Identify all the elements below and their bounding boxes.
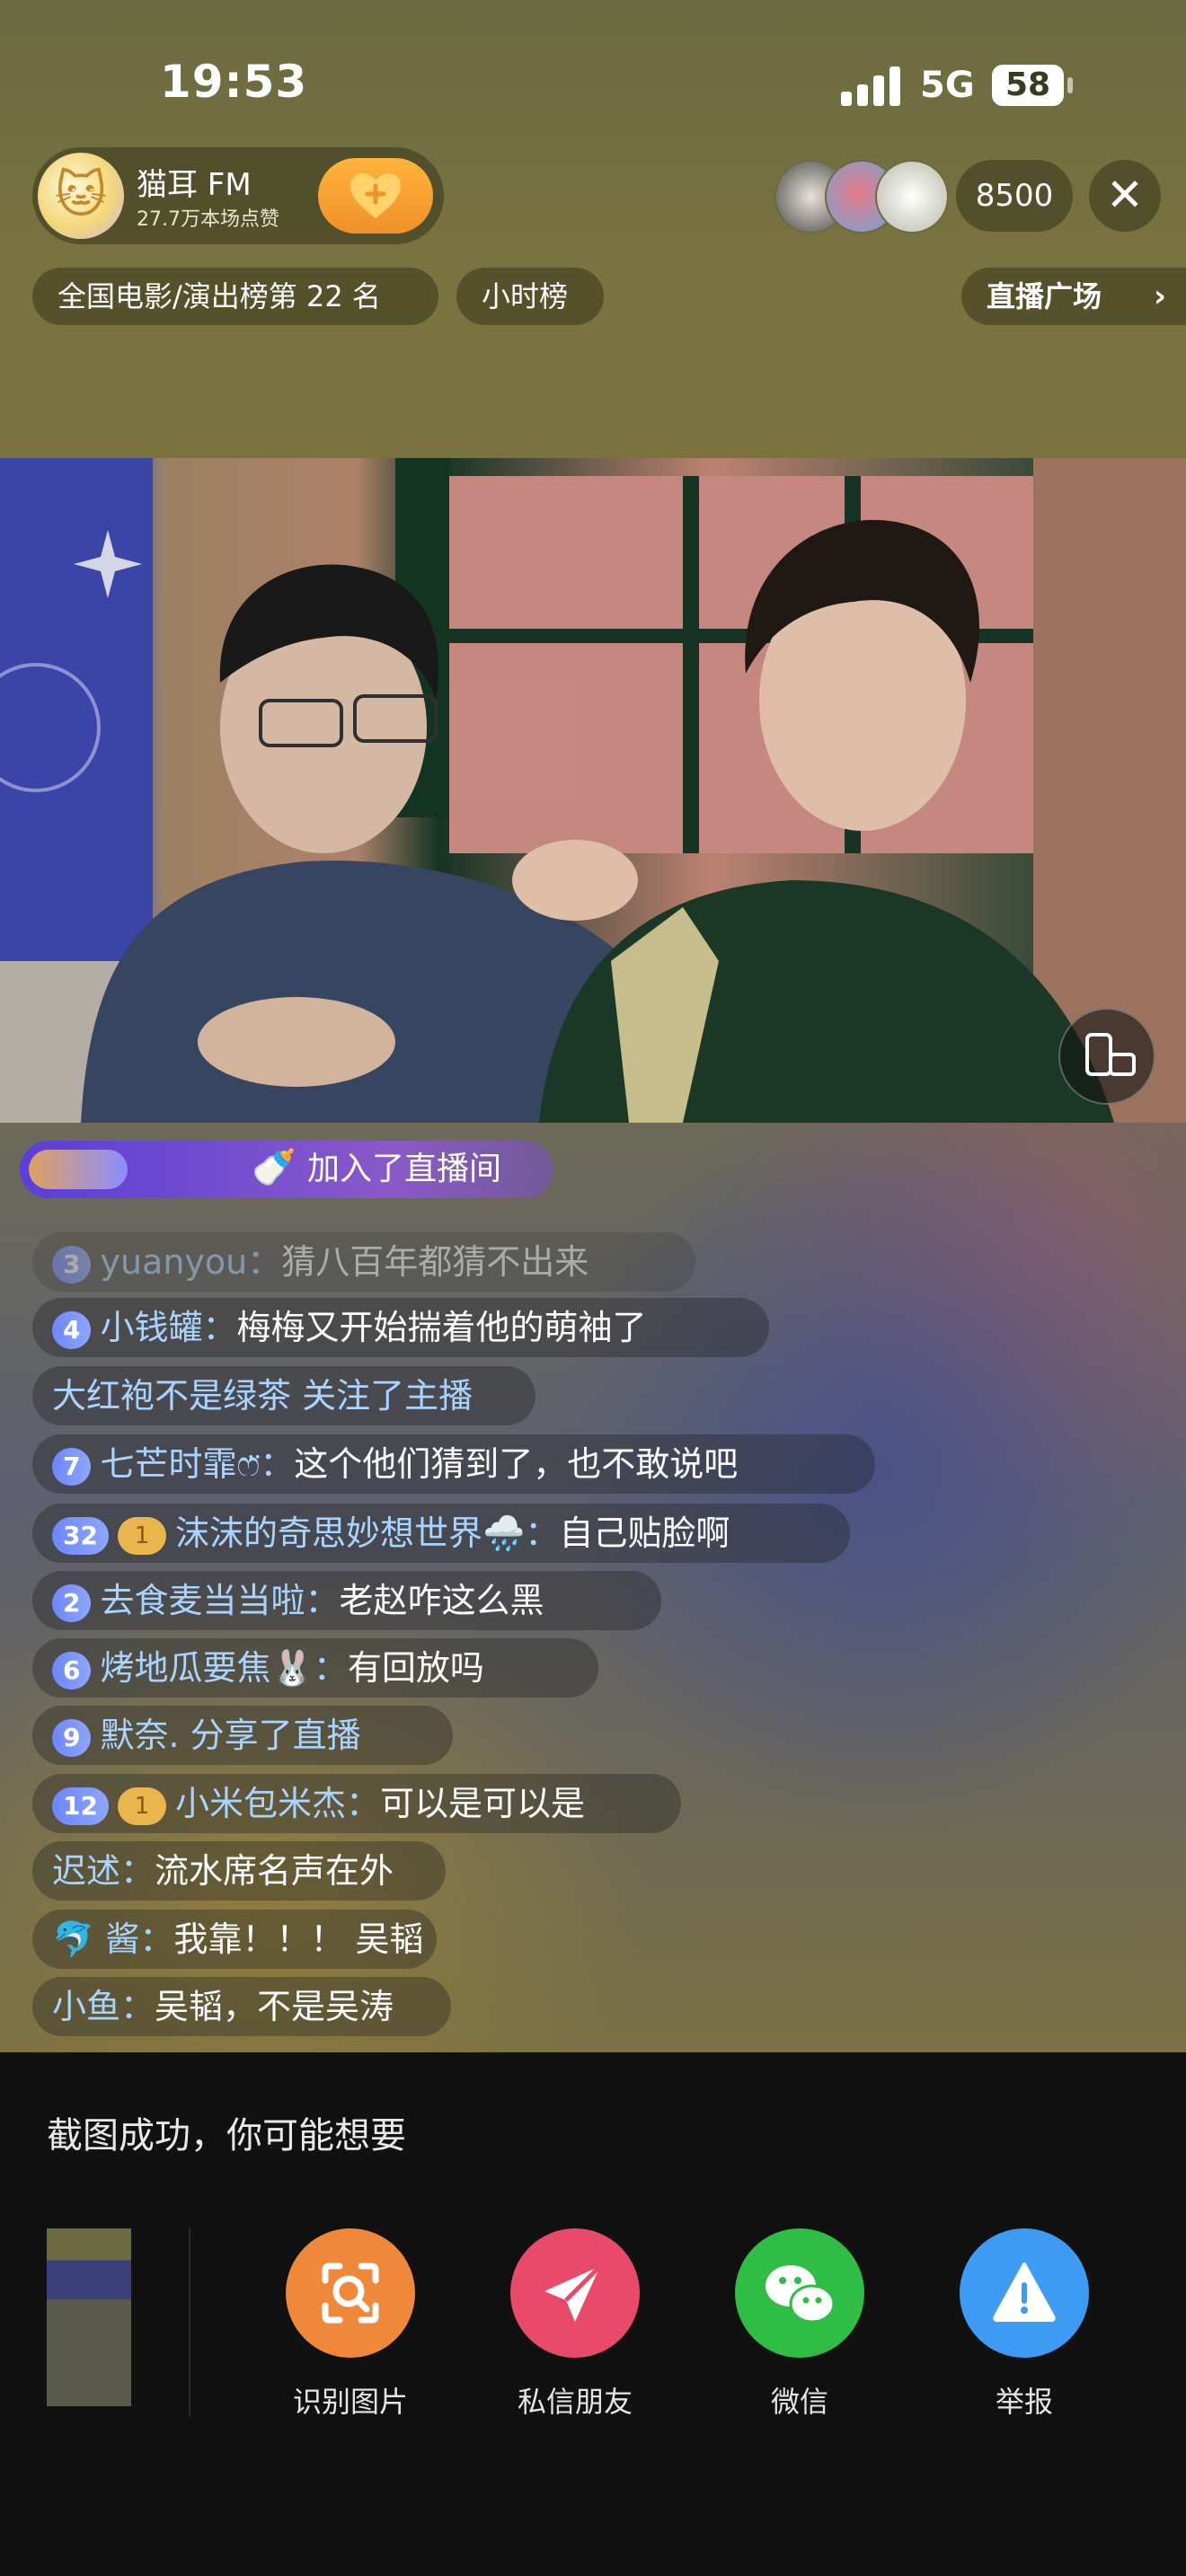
chat-separator: ： (120, 1987, 155, 2026)
follow-heart-button[interactable] (318, 158, 433, 234)
screenshot-share-sheet: 截图成功，你可能想要 识别图片 私信朋友 微信 举报 (0, 2052, 1186, 2576)
host-likes: 27.7万本场点赞 (137, 208, 279, 231)
chat-separator: ： (345, 1784, 380, 1823)
host-name: 猫耳 FM (137, 167, 252, 203)
video-frame (0, 458, 1186, 1123)
sheet-title: 截图成功，你可能想要 (47, 2115, 406, 2157)
viewer-count[interactable]: 8500 (956, 160, 1073, 232)
chat-separator: ： (247, 1242, 282, 1282)
chat-message[interactable]: 3 yuanyou：猜八百年都猜不出来 (32, 1232, 695, 1292)
level-badge: 2 (52, 1584, 92, 1622)
fan-badge: 1 (117, 1786, 166, 1825)
report-button[interactable]: 举报 (943, 2228, 1105, 2421)
chat-username[interactable]: 小鱼 (52, 1987, 120, 2026)
chat-text: 老赵咋这么黑 (339, 1581, 544, 1620)
host-card[interactable]: 🐱 猫耳 FM 27.7万本场点赞 (32, 147, 444, 244)
chat-message[interactable]: 9 默奈. 分享了直播 (32, 1706, 453, 1765)
level-badge: 32 (52, 1516, 109, 1555)
viewer-avatar[interactable] (875, 160, 949, 234)
close-button[interactable]: ✕ (1089, 160, 1161, 232)
level-badge: 12 (52, 1786, 109, 1825)
chat-message[interactable]: 迟述：流水席名声在外 (32, 1841, 446, 1901)
level-badge: 3 (52, 1245, 92, 1284)
level-badge: 6 (52, 1651, 92, 1689)
chat-username[interactable]: yuanyou (100, 1242, 247, 1282)
live-plaza-button[interactable]: 直播广场 › (961, 268, 1186, 325)
chat-message[interactable]: 32 1 沫沫的奇思妙想世界🌧️：自己贴脸啊 (32, 1504, 850, 1563)
wechat-label: 微信 (770, 2385, 828, 2419)
chat-separator: ： (120, 1851, 155, 1891)
message-friend-label: 私信朋友 (517, 2385, 633, 2419)
chat-text: 流水席名声在外 (155, 1851, 394, 1891)
chat-username[interactable]: 迟述 (52, 1851, 120, 1891)
joined-user-avatar (29, 1150, 128, 1189)
fan-badge: 1 (117, 1516, 166, 1555)
chat-text: 可以是可以是 (380, 1784, 586, 1823)
rotate-screen-button[interactable] (1058, 1008, 1155, 1105)
screenshot-thumbnail[interactable] (47, 2228, 131, 2406)
paper-plane-icon (510, 2228, 640, 2358)
hour-rank-pill[interactable]: 小时榜 (456, 268, 604, 325)
chat-text: 吴韬，不是吴涛 (155, 1987, 394, 2026)
cat-ear-icon[interactable]: 🐱 (38, 153, 124, 239)
chat-text: 我靠！！！ 吴韬 (173, 1919, 424, 1959)
join-text: 加入了直播间 (307, 1151, 502, 1187)
baby-bottle-icon: 🍼 (252, 1147, 296, 1188)
chat-username[interactable]: 🐬 酱 (52, 1919, 139, 1959)
chat-username[interactable]: 大红袍不是绿茶 关注了主播 (52, 1376, 473, 1416)
chat-message[interactable]: 4 小钱罐：梅梅又开始揣着他的萌袖了 (32, 1298, 769, 1357)
chat-username[interactable]: 烤地瓜要焦🐰 (100, 1648, 313, 1688)
divider (189, 2228, 190, 2417)
chat-message[interactable]: 6 烤地瓜要焦🐰：有回放吗 (32, 1638, 598, 1698)
recognize-image-button[interactable]: 识别图片 (270, 2228, 431, 2421)
chat-username[interactable]: 沫沫的奇思妙想世界🌧️ (175, 1513, 525, 1553)
wechat-button[interactable]: 微信 (719, 2228, 881, 2421)
scan-image-icon (286, 2228, 415, 2358)
chat-message[interactable]: 小鱼：吴韬，不是吴涛 (32, 1977, 451, 2036)
chat-message[interactable]: 大红袍不是绿茶 关注了主播 (32, 1366, 535, 1425)
battery-nub (1067, 77, 1073, 93)
level-badge: 9 (52, 1718, 92, 1757)
report-label: 举报 (995, 2385, 1053, 2419)
chat-username[interactable]: 小钱罐 (100, 1308, 202, 1347)
chat-message[interactable]: 7 七芒时霏ෆ̈：这个他们猜到了，也不敢说吧 (32, 1434, 875, 1494)
status-time: 19:53 (160, 56, 308, 108)
chat-separator: ： (305, 1581, 340, 1620)
chat-text: 猜八百年都猜不出来 (281, 1242, 589, 1282)
chevron-right-icon: › (1153, 278, 1166, 314)
chat-username[interactable]: 去食麦当当啦 (100, 1581, 305, 1620)
chat-message[interactable]: 12 1 小米包米杰：可以是可以是 (32, 1774, 681, 1833)
warning-icon (960, 2228, 1089, 2358)
chat-text: 有回放吗 (347, 1648, 484, 1688)
chat-separator: ： (202, 1308, 237, 1347)
heart-plus-icon (350, 173, 401, 218)
chat-separator: ： (260, 1444, 295, 1484)
join-banner: 🍼 加入了直播间 (20, 1141, 553, 1198)
battery-icon: 58 (992, 65, 1064, 106)
wechat-icon (735, 2228, 864, 2358)
chat-separator: ： (525, 1513, 560, 1553)
live-video[interactable] (0, 458, 1186, 1123)
live-plaza-label: 直播广场 (987, 279, 1102, 313)
chat-text: 梅梅又开始揣着他的萌袖了 (236, 1308, 647, 1347)
chat-separator: ： (139, 1919, 174, 1959)
chat-username[interactable]: 默奈. 分享了直播 (100, 1716, 360, 1755)
chat-text: 自己贴脸啊 (559, 1513, 730, 1553)
chat-username[interactable]: 七芒时霏ෆ̈ (100, 1444, 260, 1484)
chat-message[interactable]: 🐬 酱：我靠！！！ 吴韬 (32, 1910, 437, 1969)
chat-separator: ： (313, 1648, 348, 1688)
message-friend-button[interactable]: 私信朋友 (494, 2228, 656, 2421)
rank-pill[interactable]: 全国电影/演出榜第 22 名 (32, 268, 438, 325)
level-badge: 7 (52, 1447, 92, 1486)
chat-username[interactable]: 小米包米杰 (175, 1784, 346, 1823)
level-badge: 4 (52, 1310, 92, 1349)
viewer-avatars[interactable] (774, 160, 951, 234)
chat-message[interactable]: 2 去食麦当当啦：老赵咋这么黑 (32, 1571, 661, 1630)
network-label: 5G (920, 65, 975, 106)
rotate-phone-icon (1085, 1033, 1136, 1076)
chat-text: 这个他们猜到了，也不敢说吧 (294, 1444, 739, 1484)
recognize-image-label: 识别图片 (292, 2385, 408, 2419)
signal-icon (841, 66, 902, 106)
